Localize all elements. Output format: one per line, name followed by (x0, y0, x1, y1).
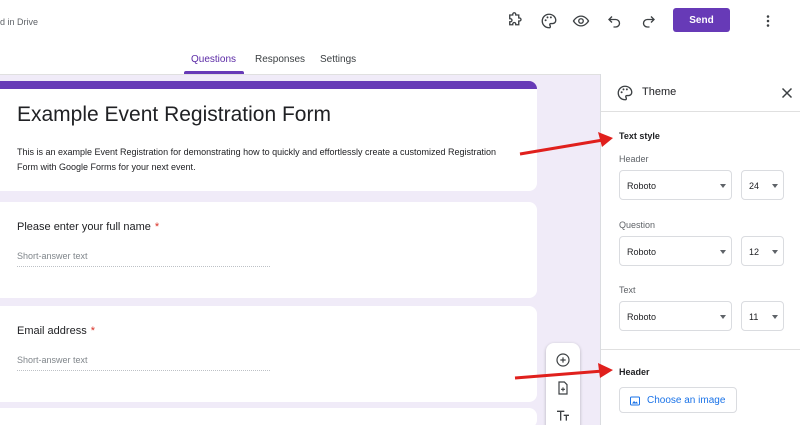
question-size-value: 12 (749, 247, 760, 257)
choose-image-label: Choose an image (647, 395, 726, 406)
header-image-heading: Header (619, 367, 650, 377)
form-canvas: Example Event Registration Form This is … (0, 75, 600, 425)
tab-settings[interactable]: Settings (320, 54, 356, 65)
palette-icon (617, 85, 633, 101)
redo-button[interactable] (636, 9, 660, 33)
undo-button[interactable] (603, 9, 627, 33)
form-description[interactable]: This is an example Event Registration fo… (17, 145, 517, 175)
text-style-heading: Text style (619, 131, 660, 141)
text-font-value: Roboto (627, 312, 657, 322)
import-file-icon (558, 381, 568, 395)
floating-toolbar (546, 343, 580, 425)
theme-panel-title: Theme (642, 86, 677, 98)
add-question-button[interactable] (553, 350, 573, 370)
theme-panel: Theme Text style Header Roboto 24 Questi… (600, 74, 800, 425)
question-size-select[interactable]: 12 (741, 236, 784, 266)
tab-responses[interactable]: Responses (255, 54, 305, 65)
add-title-button[interactable] (553, 406, 573, 425)
eye-icon (572, 15, 590, 27)
add-ons-button[interactable] (503, 9, 527, 33)
required-asterisk: * (90, 325, 95, 337)
save-status: d in Drive (0, 17, 39, 27)
panel-divider (601, 349, 800, 350)
required-asterisk: * (154, 221, 160, 233)
question-title[interactable]: Please enter your full name * (17, 221, 159, 233)
dropdown-caret-icon (772, 315, 778, 319)
more-vert-icon (766, 15, 770, 27)
dropdown-caret-icon (772, 250, 778, 254)
dropdown-caret-icon (720, 250, 726, 254)
image-icon (630, 396, 640, 406)
tab-questions[interactable]: Questions (191, 54, 236, 65)
header-size-value: 24 (749, 181, 760, 191)
question-text: Email address (17, 325, 87, 337)
dropdown-caret-icon (772, 184, 778, 188)
add-circle-icon (556, 353, 570, 367)
text-size-select[interactable]: 11 (741, 301, 784, 331)
form-tabs: Questions Responses Settings (0, 44, 600, 74)
top-app-bar: d in Drive Send (0, 0, 800, 44)
undo-icon (608, 16, 621, 28)
dropdown-caret-icon (720, 315, 726, 319)
question-title[interactable]: Email address * (17, 325, 95, 337)
send-button[interactable]: Send (673, 8, 730, 32)
header-font-value: Roboto (627, 181, 657, 191)
question-style-label: Question (619, 220, 656, 230)
form-title-card[interactable]: Example Event Registration Form This is … (0, 81, 537, 191)
palette-icon (541, 13, 557, 29)
question-font-value: Roboto (627, 247, 657, 257)
header-size-select[interactable]: 24 (741, 170, 784, 200)
preview-button[interactable] (569, 9, 593, 33)
text-style-label: Text (619, 285, 636, 295)
question-card[interactable]: Email address * Short-answer text (0, 306, 537, 402)
question-text: Please enter your full name (17, 221, 151, 233)
short-answer-placeholder: Short-answer text (17, 251, 270, 267)
title-text-icon (557, 410, 569, 421)
header-font-select[interactable]: Roboto (619, 170, 732, 200)
text-size-value: 11 (749, 312, 759, 322)
puzzle-icon (509, 12, 522, 26)
choose-image-button[interactable]: Choose an image (619, 387, 737, 413)
dropdown-caret-icon (720, 184, 726, 188)
customize-theme-button[interactable] (537, 9, 561, 33)
theme-panel-header: Theme (601, 74, 800, 112)
question-card[interactable] (0, 408, 537, 425)
more-options-button[interactable] (756, 9, 780, 33)
form-title[interactable]: Example Event Registration Form (17, 103, 331, 127)
short-answer-placeholder: Short-answer text (17, 355, 270, 371)
redo-icon (642, 16, 655, 28)
close-icon[interactable] (778, 84, 796, 102)
question-card[interactable]: Please enter your full name * Short-answe… (0, 202, 537, 298)
question-font-select[interactable]: Roboto (619, 236, 732, 266)
header-style-label: Header (619, 154, 649, 164)
text-font-select[interactable]: Roboto (619, 301, 732, 331)
import-questions-button[interactable] (553, 378, 573, 398)
